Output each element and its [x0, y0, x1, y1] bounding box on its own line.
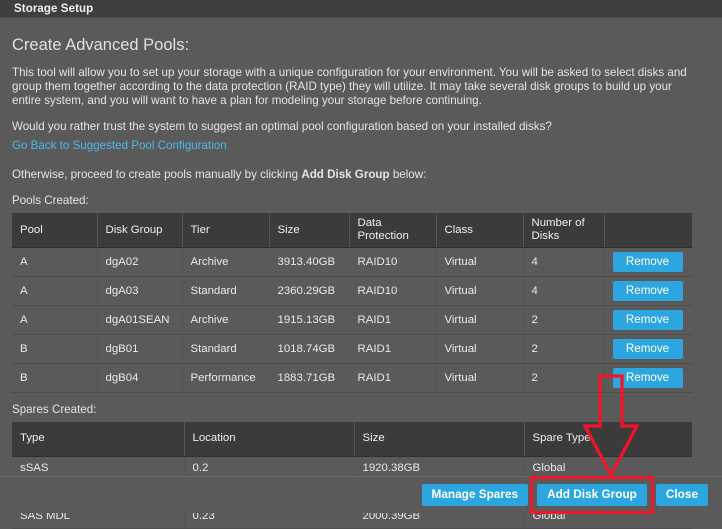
- cell-number-of-disks: 2: [523, 334, 605, 365]
- cell-data-protection: RAID10: [349, 276, 437, 307]
- column-header-pool[interactable]: Pool: [12, 213, 98, 249]
- spares-table-header-row: Type Location Size Spare Type: [12, 422, 692, 457]
- remove-disk-group-button[interactable]: Remove: [612, 368, 683, 389]
- window-title: Storage Setup: [14, 2, 94, 15]
- cell-actions: Remove: [604, 305, 692, 336]
- column-header-location[interactable]: Location: [184, 422, 355, 457]
- column-header-size[interactable]: Size: [269, 213, 350, 249]
- cell-actions: Remove: [604, 247, 692, 278]
- cell-pool: A: [12, 305, 98, 336]
- column-header-tier[interactable]: Tier: [182, 213, 270, 249]
- column-header-actions: [604, 213, 692, 249]
- cell-class: Virtual: [436, 276, 524, 307]
- pools-created-label: Pools Created:: [12, 194, 89, 208]
- table-row: BdgB01 Standard 1018.74GB RAID1 Virtual 2 Remo…: [12, 334, 692, 365]
- column-header-spare-size[interactable]: Size: [354, 422, 525, 457]
- cell-number-of-disks: 2: [523, 363, 605, 394]
- cell-disk-group: dgB01: [97, 334, 183, 365]
- table-row: BdgB04 Performance 1883.71GB RAID1 Virtual 2 R…: [12, 363, 692, 394]
- intro-paragraph: This tool will allow you to set up your …: [12, 66, 687, 108]
- cell-tier: Standard: [182, 276, 270, 307]
- cell-tier: Performance: [182, 363, 270, 394]
- column-header-data-protection[interactable]: Data Protection: [349, 213, 437, 249]
- cell-disk-group: dgB04: [97, 363, 183, 394]
- question-paragraph: Would you rather trust the system to sug…: [12, 120, 552, 134]
- go-back-to-suggested-pool-configuration-link[interactable]: Go Back to Suggested Pool Configuration: [12, 139, 227, 152]
- cell-data-protection: RAID1: [349, 363, 437, 394]
- close-button[interactable]: Close: [655, 484, 708, 506]
- manual-instruction-bold: Add Disk Group: [301, 168, 390, 182]
- cell-pool: A: [12, 247, 98, 278]
- window-titlebar: Storage Setup: [0, 0, 722, 18]
- cell-actions: Remove: [604, 363, 692, 394]
- cell-number-of-disks: 4: [523, 276, 605, 307]
- cell-size: 3913.40GB: [269, 247, 350, 278]
- cell-tier: Archive: [182, 247, 270, 278]
- pools-created-table: Pool Disk Group Tier Size Data Protectio…: [12, 213, 692, 394]
- column-header-spare-type[interactable]: Spare Type: [524, 422, 692, 457]
- column-header-class[interactable]: Class: [436, 213, 524, 249]
- cell-pool: B: [12, 334, 98, 365]
- cell-data-protection: RAID1: [349, 334, 437, 365]
- cell-data-protection: RAID1: [349, 305, 437, 336]
- cell-disk-group: dgA01SEAN: [97, 305, 183, 336]
- column-header-type[interactable]: Type: [12, 422, 185, 457]
- remove-disk-group-button[interactable]: Remove: [612, 339, 683, 360]
- cell-size: 1883.71GB: [269, 363, 350, 394]
- cell-class: Virtual: [436, 363, 524, 394]
- pools-created-table-wrap: Pool Disk Group Tier Size Data Protectio…: [12, 213, 710, 394]
- manual-instruction-paragraph: Otherwise, proceed to create pools manua…: [12, 168, 702, 182]
- manage-spares-button[interactable]: Manage Spares: [421, 484, 529, 506]
- table-row: AdgA03 Standard 2360.29GB RAID10 Virtual 4 Rem…: [12, 276, 692, 307]
- cell-class: Virtual: [436, 334, 524, 365]
- manual-instruction-prefix: Otherwise, proceed to create pools manua…: [12, 168, 302, 182]
- pools-table-body: AdgA02 Archive 3913.40GB RAID10 Virtual 4 Remo…: [12, 247, 692, 394]
- pools-table-header: Pool Disk Group Tier Size Data Protectio…: [12, 213, 692, 249]
- cell-size: 1018.74GB: [269, 334, 350, 365]
- cell-class: Virtual: [436, 305, 524, 336]
- spares-table-header: Type Location Size Spare Type: [12, 422, 692, 457]
- remove-disk-group-button[interactable]: Remove: [612, 281, 683, 302]
- cell-size: 2360.29GB: [269, 276, 350, 307]
- cell-tier: Standard: [182, 334, 270, 365]
- cell-disk-group: dgA02: [97, 247, 183, 278]
- cell-pool: A: [12, 276, 98, 307]
- column-header-disk-group[interactable]: Disk Group: [97, 213, 183, 249]
- cell-tier: Archive: [182, 305, 270, 336]
- pools-table-header-row: Pool Disk Group Tier Size Data Protectio…: [12, 213, 692, 249]
- add-disk-group-button[interactable]: Add Disk Group: [537, 484, 647, 506]
- column-header-number-of-disks[interactable]: Number of Disks: [523, 213, 605, 249]
- cell-number-of-disks: 4: [523, 247, 605, 278]
- cell-disk-group: dgA03: [97, 276, 183, 307]
- cell-actions: Remove: [604, 334, 692, 365]
- spares-created-label: Spares Created:: [12, 403, 97, 417]
- table-row: AdgA01SEAN Archive 1915.13GB RAID1 Virtual 2 R…: [12, 305, 692, 336]
- cell-data-protection: RAID10: [349, 247, 437, 278]
- add-disk-group-highlight-wrap: Add Disk Group: [530, 476, 654, 514]
- cell-actions: Remove: [604, 276, 692, 307]
- cell-pool: B: [12, 363, 98, 394]
- dialog-footer: Manage Spares Add Disk Group Close: [0, 476, 722, 514]
- cell-class: Virtual: [436, 247, 524, 278]
- table-row: AdgA02 Archive 3913.40GB RAID10 Virtual 4 Remo…: [12, 247, 692, 278]
- cell-size: 1915.13GB: [269, 305, 350, 336]
- dialog-content: Create Advanced Pools: This tool will al…: [0, 18, 722, 529]
- cell-number-of-disks: 2: [523, 305, 605, 336]
- remove-disk-group-button[interactable]: Remove: [612, 252, 683, 273]
- remove-disk-group-button[interactable]: Remove: [612, 310, 683, 331]
- page-title: Create Advanced Pools:: [12, 36, 190, 54]
- storage-setup-dialog: { "window": { "title": "Storage Setup" }…: [0, 0, 722, 529]
- manual-instruction-suffix: below:: [389, 168, 427, 182]
